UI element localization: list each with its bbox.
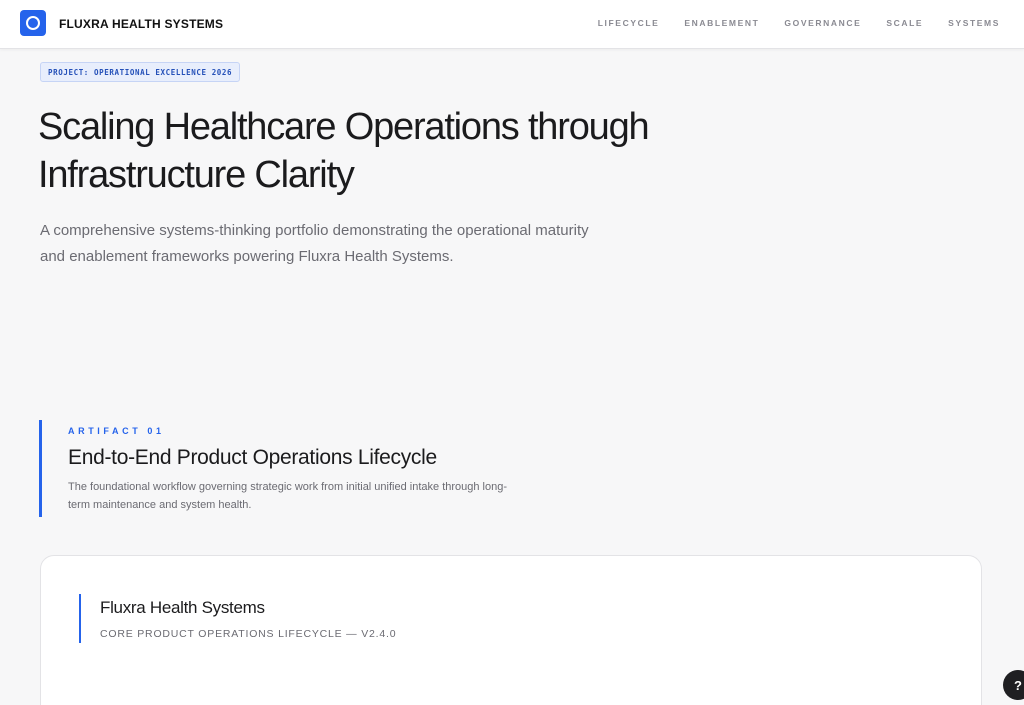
hero-title: Scaling Healthcare Operations through In… [38, 106, 650, 196]
hero-subtitle: A comprehensive systems-thinking portfol… [40, 222, 589, 265]
nav-lifecycle[interactable]: LIFECYCLE [598, 18, 660, 28]
card-title: Fluxra Health Systems [100, 598, 265, 617]
logo-icon[interactable] [20, 10, 46, 36]
artifact-title: End-to-End Product Operations Lifecycle [68, 446, 437, 469]
nav-enablement[interactable]: ENABLEMENT [684, 18, 759, 28]
card-header: Fluxra Health Systems CORE PRODUCT OPERA… [79, 594, 396, 643]
lifecycle-card: Fluxra Health Systems CORE PRODUCT OPERA… [40, 555, 982, 705]
nav-systems[interactable]: SYSTEMS [948, 18, 1000, 28]
top-navbar: FLUXRA HEALTH SYSTEMS LIFECYCLE ENABLEME… [0, 0, 1024, 49]
artifact-kicker: ARTIFACT 01 [68, 426, 165, 436]
nav-scale[interactable]: SCALE [886, 18, 923, 28]
card-subtitle: CORE PRODUCT OPERATIONS LIFECYCLE — V2.4… [100, 628, 397, 640]
artifact-description: The foundational workflow governing stra… [68, 481, 508, 511]
brand-name[interactable]: FLUXRA HEALTH SYSTEMS [59, 17, 223, 31]
project-badge: PROJECT: OPERATIONAL EXCELLENCE 2026 [40, 62, 241, 82]
nav-governance[interactable]: GOVERNANCE [784, 18, 861, 28]
main-nav: LIFECYCLE ENABLEMENT GOVERNANCE SCALE SY… [598, 18, 1000, 28]
help-button[interactable]: ? [1003, 670, 1024, 700]
artifact-section-header: ARTIFACT 01 End-to-End Product Operation… [39, 420, 518, 517]
